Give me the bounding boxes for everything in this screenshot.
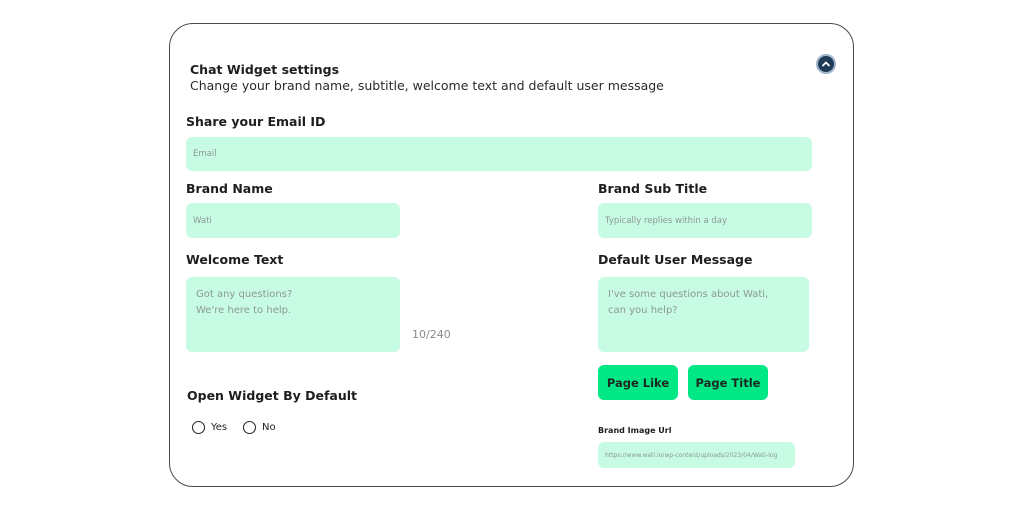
- brand-subtitle-label: Brand Sub Title: [598, 181, 708, 196]
- brand-image-label: Brand Image Url: [598, 426, 672, 435]
- collapse-button[interactable]: [816, 54, 836, 74]
- radio-option-no[interactable]: No: [243, 421, 276, 434]
- section-title: Chat Widget settings: [190, 62, 340, 77]
- chevron-up-icon: [822, 61, 830, 67]
- email-input[interactable]: [186, 137, 812, 171]
- section-subtitle: Change your brand name, subtitle, welcom…: [190, 78, 664, 93]
- brand-name-label: Brand Name: [186, 181, 273, 196]
- radio-label-yes: Yes: [211, 422, 228, 433]
- default-message-textarea[interactable]: [598, 277, 809, 352]
- welcome-text-textarea[interactable]: [186, 277, 400, 352]
- default-message-label: Default User Message: [598, 252, 753, 267]
- page-title-button[interactable]: Page Title: [688, 365, 768, 400]
- brand-subtitle-input[interactable]: [598, 203, 812, 238]
- radio-button-yes[interactable]: [192, 421, 205, 434]
- brand-name-input[interactable]: [186, 203, 400, 238]
- welcome-text-label: Welcome Text: [186, 252, 284, 267]
- radio-label-no: No: [262, 422, 276, 433]
- open-widget-label: Open Widget By Default: [187, 388, 357, 403]
- page-like-button[interactable]: Page Like: [598, 365, 678, 400]
- email-label: Share your Email ID: [186, 114, 326, 129]
- welcome-text-counter: 10/240: [412, 328, 451, 341]
- radio-option-yes[interactable]: Yes: [192, 421, 227, 434]
- brand-image-url-input[interactable]: [598, 442, 795, 468]
- chat-widget-settings-card: Chat Widget settings Change your brand n…: [169, 23, 854, 487]
- radio-button-no[interactable]: [243, 421, 256, 434]
